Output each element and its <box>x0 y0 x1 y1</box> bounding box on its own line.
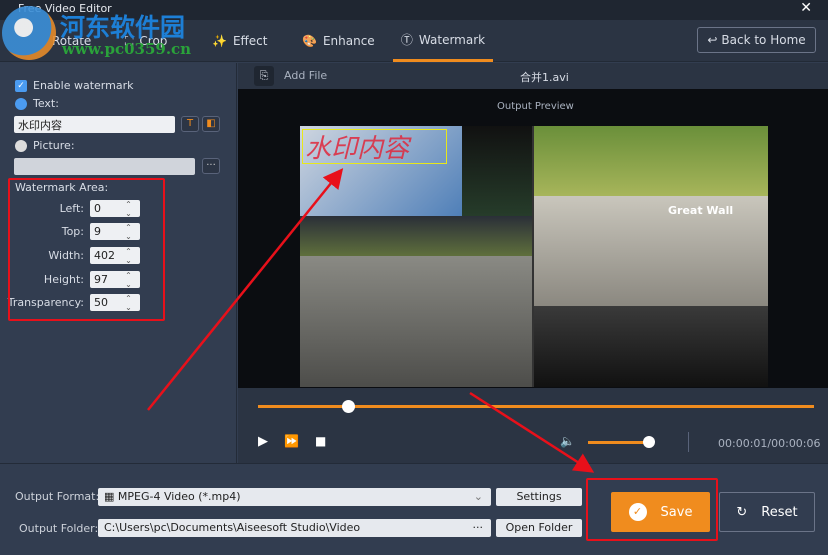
arrow-to-save <box>469 391 595 473</box>
arrow-to-watermark <box>147 168 344 411</box>
annotation-arrows <box>147 168 595 473</box>
